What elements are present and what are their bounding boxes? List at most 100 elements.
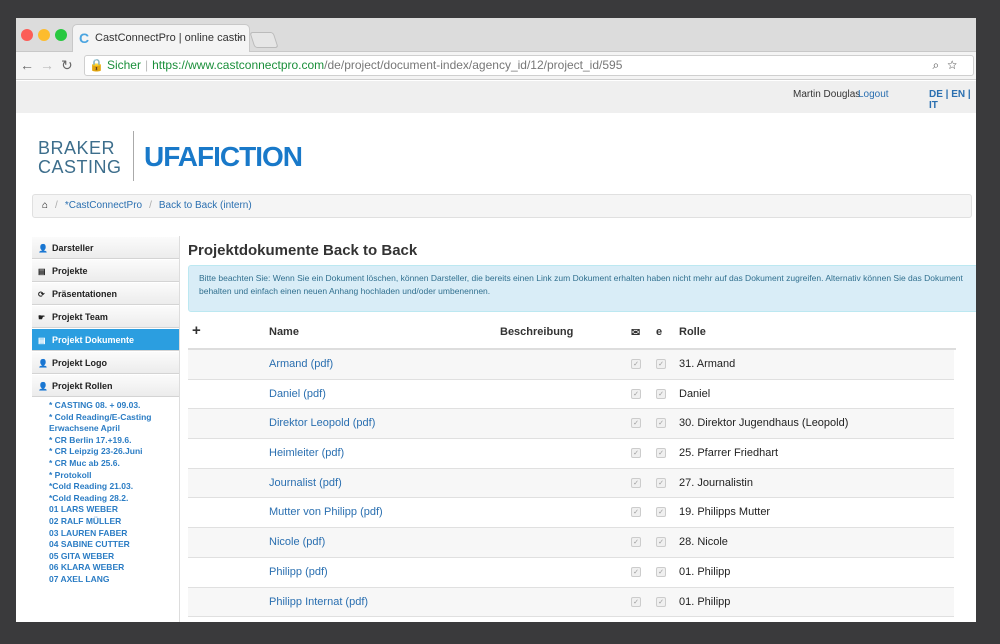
role-link[interactable]: 01 LARS WEBER: [49, 504, 179, 516]
home-icon[interactable]: ⌂: [42, 200, 48, 211]
bookmark-star-icon[interactable]: ☆: [947, 58, 965, 72]
document-link[interactable]: Philipp (pdf): [269, 566, 328, 578]
role-link[interactable]: 06 KLARA WEBER: [49, 562, 179, 574]
breadcrumb-project[interactable]: Back to Back (intern): [159, 200, 252, 211]
document-link[interactable]: Mutter von Philipp (pdf): [269, 506, 383, 518]
url-input[interactable]: 🔒 Sicher | https://www.castconnectpro.com/d…: [84, 55, 974, 76]
user-icon: 👤: [38, 359, 48, 368]
e-checkbox[interactable]: ✓: [656, 537, 666, 548]
e-checkbox[interactable]: ✓: [656, 359, 666, 369]
role-cell: 19. Philipps Mutter: [679, 506, 771, 519]
title-bar: C CastConnectPro | online castin ×: [16, 18, 976, 52]
browser-tab[interactable]: C CastConnectPro | online castin ×: [72, 24, 250, 52]
document-link[interactable]: Philipp Internat (pdf): [269, 596, 368, 608]
mail-checkbox[interactable]: ✓: [631, 477, 641, 488]
forward-arrow-icon[interactable]: →: [40, 57, 54, 73]
table-row: Journalist (pdf) ✓ ✓ 27. Journalistin: [188, 468, 954, 499]
table-row: Philipp (pdf) ✓ ✓ 01. Philipp: [188, 558, 954, 588]
back-arrow-icon[interactable]: ←: [20, 57, 34, 73]
role-link[interactable]: *Cold Reading 21.03.: [49, 481, 179, 493]
zoom-icon[interactable]: ⌕: [932, 58, 947, 72]
e-checkbox[interactable]: ✓: [656, 388, 666, 399]
e-checkbox[interactable]: ✓: [656, 418, 666, 429]
lock-icon: 🔒: [89, 58, 104, 72]
role-cell: 25. Pfarrer Friedhart: [679, 447, 779, 460]
document-link[interactable]: Armand (pdf): [269, 358, 333, 370]
ufa-fiction-logo: UFAFICTION: [144, 141, 303, 172]
table-row: Daniel (pdf) ✓ ✓ Daniel: [188, 380, 954, 410]
user-name: Martin Douglas: [793, 89, 861, 100]
role-link[interactable]: 07 AXEL LANG: [49, 574, 179, 586]
list-icon: ▤: [38, 267, 46, 276]
column-role: Rolle: [679, 326, 706, 338]
sidebar-item-praesentationen[interactable]: ⟳ Präsentationen: [32, 282, 179, 305]
mail-checkbox[interactable]: ✓: [631, 596, 641, 607]
sidebar-item-projekt-dokumente[interactable]: ▤ Projekt Dokumente: [32, 328, 179, 351]
role-cell: 30. Direktor Jugendhaus (Leopold): [679, 417, 849, 430]
sidebar-item-projekt-rollen[interactable]: 👤 Projekt Rollen: [32, 374, 179, 397]
role-link[interactable]: Erwachsene April: [49, 423, 179, 435]
mail-checkbox[interactable]: ✓: [631, 418, 641, 429]
role-cell: 01. Philipp: [679, 565, 731, 578]
role-link[interactable]: * CR Leipzig 23-26.Juni: [49, 446, 179, 458]
e-checkbox[interactable]: ✓: [656, 477, 666, 488]
hand-icon: ☛: [38, 313, 46, 322]
mail-checkbox[interactable]: ✓: [631, 388, 641, 399]
role-link[interactable]: 03 LAUREN FABER: [49, 528, 179, 540]
e-checkbox[interactable]: ✓: [656, 596, 666, 607]
document-link[interactable]: Daniel (pdf): [269, 388, 326, 400]
document-link[interactable]: Direktor Leopold (pdf): [269, 417, 375, 429]
url-host: https://www.castconnectpro.com: [152, 58, 325, 72]
sidebar-item-darsteller[interactable]: 👤 Darsteller: [32, 236, 179, 259]
table-row: Nicole (pdf) ✓ ✓ 28. Nicole: [188, 528, 954, 558]
reload-icon[interactable]: ↻: [61, 57, 73, 74]
mail-checkbox[interactable]: ✓: [631, 537, 641, 548]
mail-checkbox[interactable]: ✓: [631, 566, 641, 577]
mail-checkbox[interactable]: ✓: [631, 448, 641, 459]
add-document-icon[interactable]: +: [192, 322, 201, 339]
role-link[interactable]: 05 GITA WEBER: [49, 551, 179, 563]
role-cell: 31. Armand: [679, 358, 736, 370]
logo-divider: [133, 131, 134, 181]
role-link[interactable]: * CR Muc ab 25.6.: [49, 458, 179, 470]
role-link[interactable]: * Protokoll: [49, 470, 179, 482]
document-link[interactable]: Nicole (pdf): [269, 536, 325, 548]
e-checkbox[interactable]: ✓: [656, 448, 666, 459]
table-row: Heimleiter (pdf) ✓ ✓ 25. Pfarrer Friedha…: [188, 439, 954, 469]
documents-table-body: Armand (pdf) ✓ ✓ 31. Armand Daniel (pdf)…: [188, 350, 976, 618]
role-cell: 28. Nicole: [679, 536, 728, 549]
e-checkbox[interactable]: ✓: [656, 507, 666, 518]
role-link[interactable]: * Cold Reading/E-Casting: [49, 412, 179, 424]
new-tab-button[interactable]: [249, 32, 279, 48]
logout-link[interactable]: Logout: [858, 89, 889, 100]
refresh-icon: ⟳: [38, 290, 45, 299]
minimize-window-button[interactable]: [38, 29, 50, 41]
role-link[interactable]: *Cold Reading 28.2.: [49, 493, 179, 505]
role-cell: Daniel: [679, 387, 711, 400]
mail-checkbox[interactable]: ✓: [631, 507, 641, 518]
role-link[interactable]: 02 RALF MÜLLER: [49, 516, 179, 528]
role-cell: 01. Philipp: [679, 595, 731, 608]
role-link[interactable]: 04 SABINE CUTTER: [49, 539, 179, 551]
column-name: Name: [269, 326, 299, 338]
zoom-window-button[interactable]: [55, 29, 67, 41]
tab-close-icon[interactable]: ×: [237, 25, 243, 52]
role-link[interactable]: * CASTING 08. + 09.03.: [49, 400, 179, 412]
mail-checkbox[interactable]: ✓: [631, 359, 641, 369]
column-description: Beschreibung: [500, 326, 574, 338]
sidebar-item-projekte[interactable]: ▤ Projekte: [32, 259, 179, 282]
role-link[interactable]: * CR Berlin 17.+19.6.: [49, 435, 179, 447]
language-switcher[interactable]: DE | EN | IT: [929, 89, 976, 111]
address-bar: ← → ↻ 🔒 Sicher | https://www.castconnectpro…: [16, 52, 976, 80]
sidebar-item-projekt-team[interactable]: ☛ Projekt Team: [32, 305, 179, 328]
close-window-button[interactable]: [21, 29, 33, 41]
breadcrumb-castconnectpro[interactable]: *CastConnectPro: [65, 200, 142, 211]
e-checkbox[interactable]: ✓: [656, 566, 666, 577]
info-alert: Bitte beachten Sie: Wenn Sie ein Dokumen…: [188, 265, 976, 312]
sidebar-item-projekt-logo[interactable]: 👤 Projekt Logo: [32, 351, 179, 374]
sidebar: 👤 Darsteller ▤ Projekte ⟳ Präsentationen ☛ P…: [32, 236, 180, 622]
main-content: Projektdokumente Back to Back Bitte beac…: [188, 236, 976, 618]
document-link[interactable]: Heimleiter (pdf): [269, 447, 344, 459]
table-row: Direktor Leopold (pdf) ✓ ✓ 30. Direktor …: [188, 409, 954, 440]
document-link[interactable]: Journalist (pdf): [269, 477, 342, 489]
